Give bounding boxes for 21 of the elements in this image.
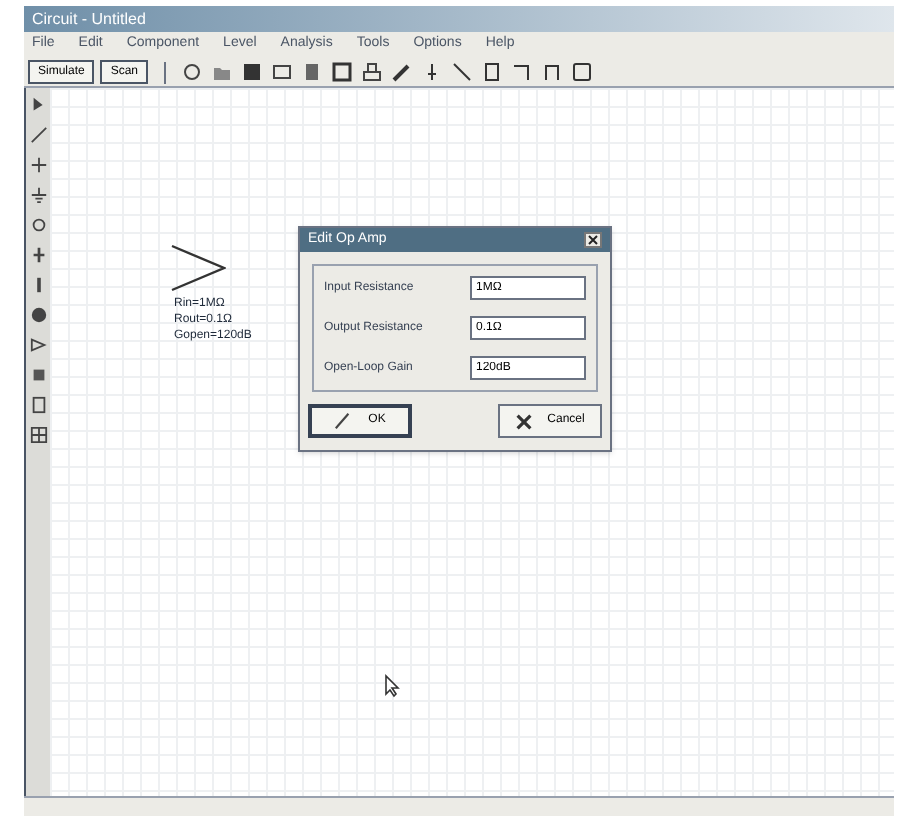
x-icon: [515, 413, 532, 429]
op-amp-symbol: [170, 244, 226, 292]
arrow-icon[interactable]: [29, 96, 47, 114]
ground-icon[interactable]: [29, 186, 47, 204]
window-icon[interactable]: [572, 62, 593, 82]
printer-icon[interactable]: [362, 62, 383, 82]
line-icon[interactable]: [29, 126, 47, 144]
circle-icon[interactable]: [29, 216, 47, 234]
dot-icon[interactable]: [29, 306, 47, 324]
pencil-icon[interactable]: [392, 62, 413, 82]
wire-icon[interactable]: [452, 62, 473, 82]
bracket-icon[interactable]: [542, 62, 563, 82]
folder-icon[interactable]: [212, 62, 233, 82]
grid-icon[interactable]: [29, 426, 47, 444]
bracket-icon[interactable]: [512, 62, 533, 82]
window-title: Circuit - Untitled: [32, 7, 146, 31]
plus-icon[interactable]: [29, 156, 47, 174]
circle-icon[interactable]: [182, 62, 203, 82]
cross-icon[interactable]: [29, 246, 47, 264]
close-icon[interactable]: [584, 232, 602, 248]
mouse-cursor-icon: [384, 674, 400, 698]
